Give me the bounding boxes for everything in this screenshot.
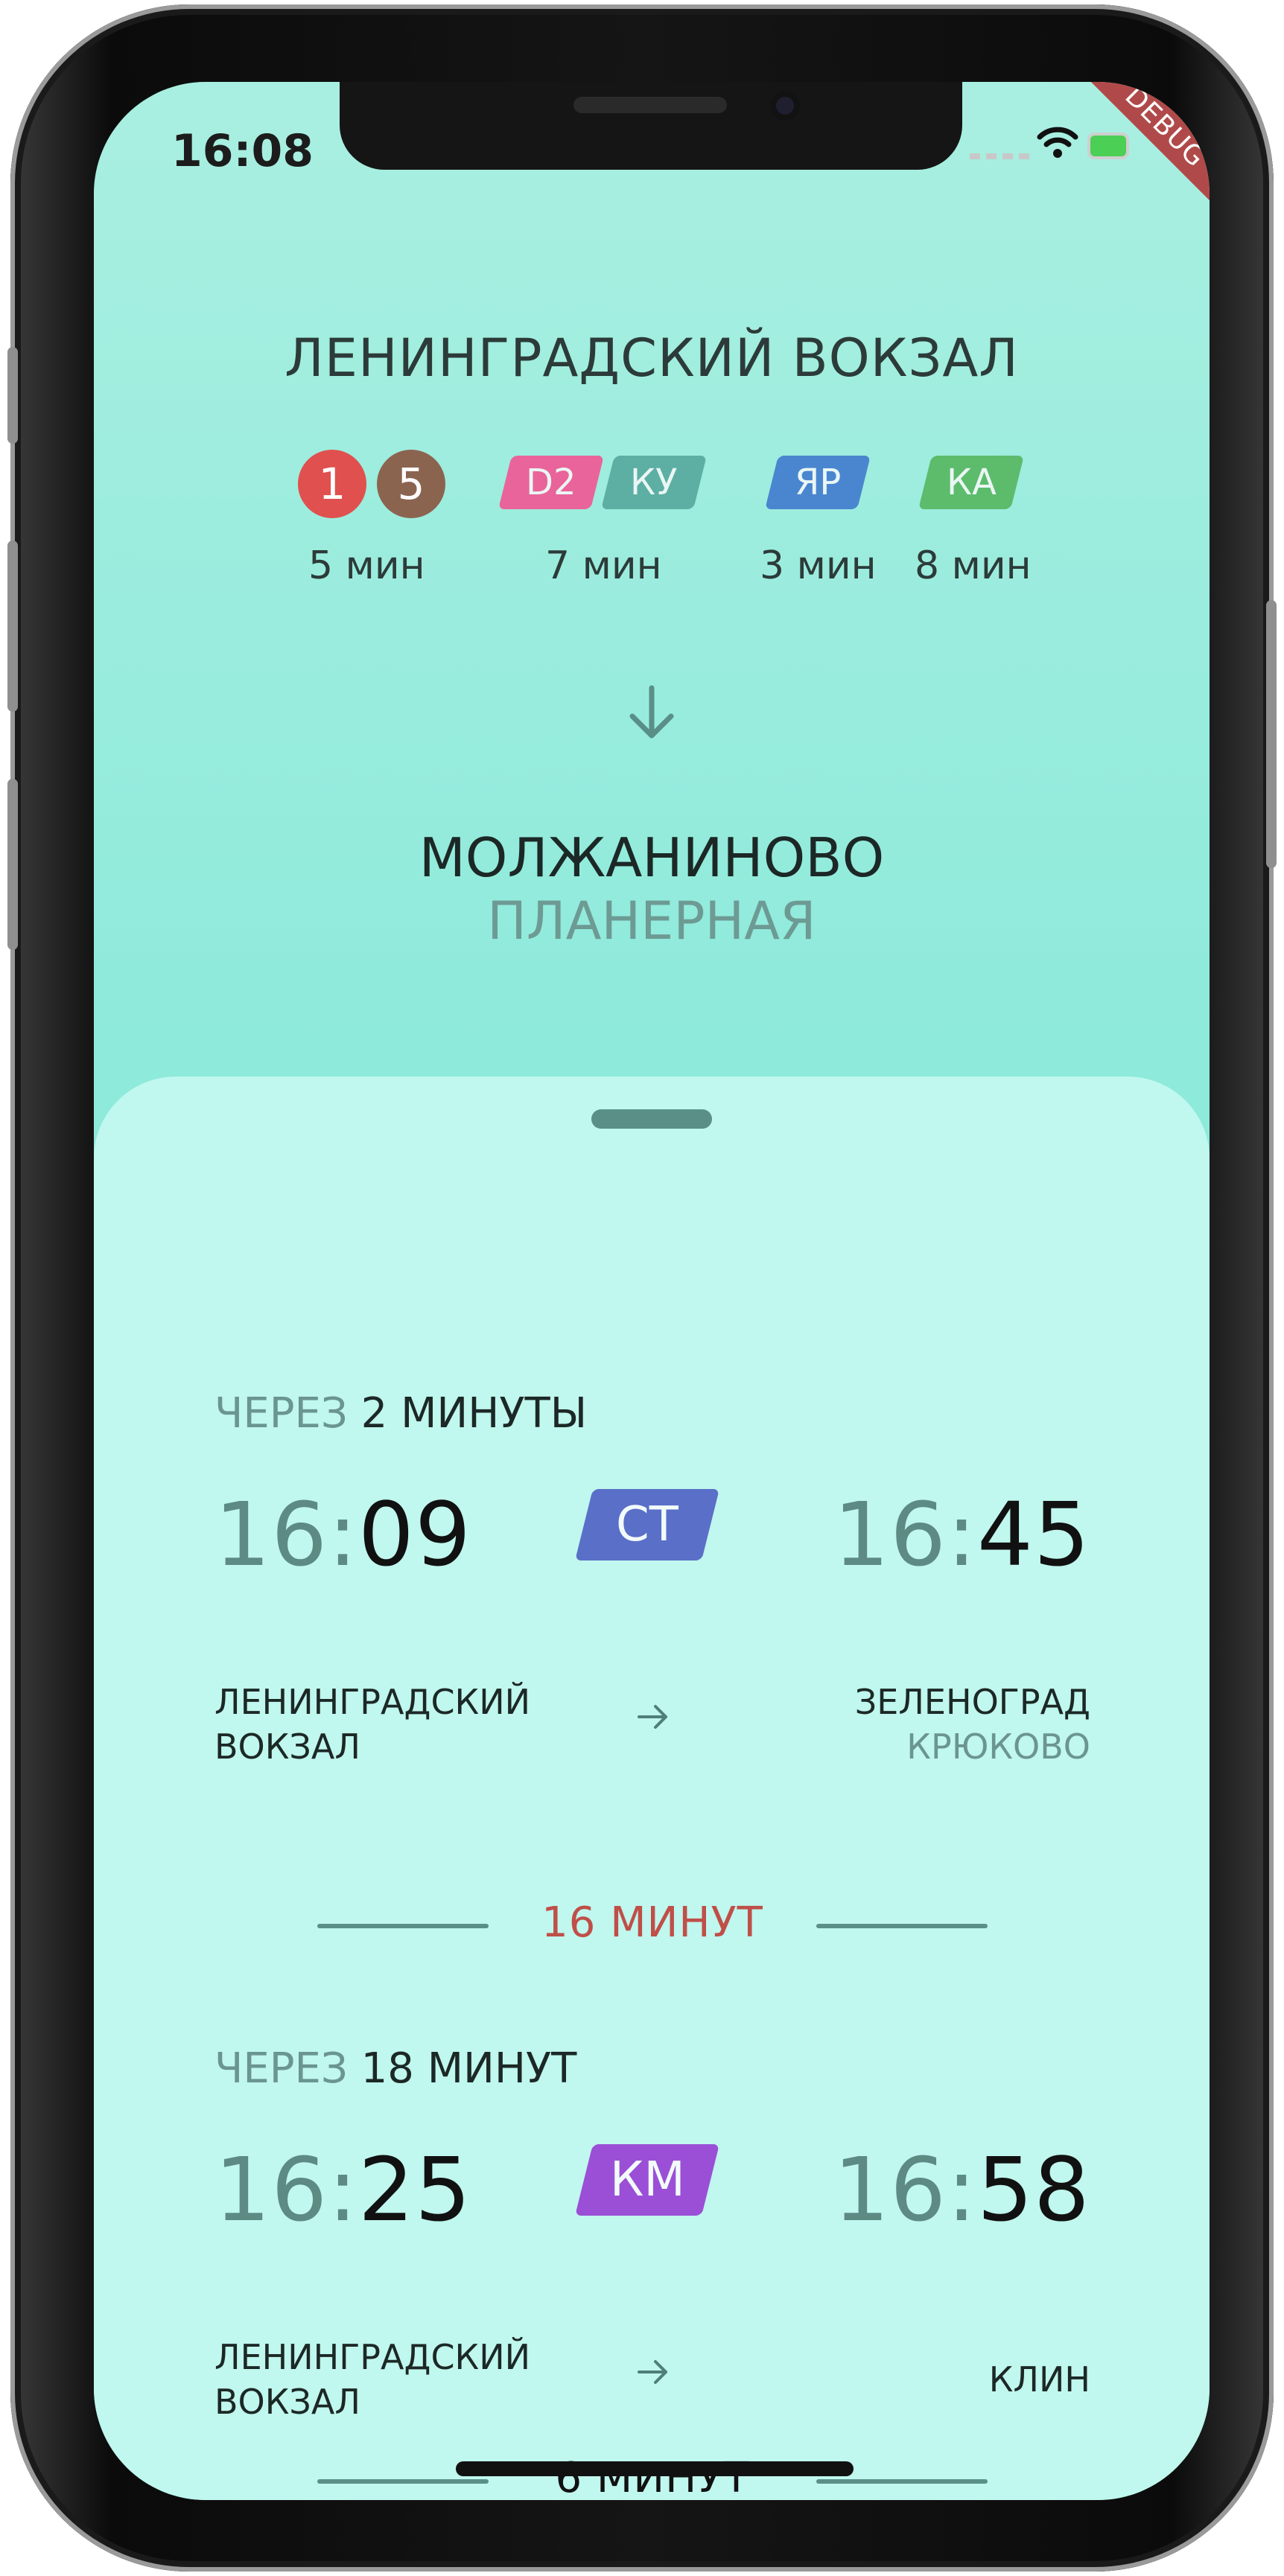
line-group[interactable]: КА 8 мин [898,450,1040,588]
departure-time: 16:25 [214,2138,472,2241]
metro-line-badge: 1 [298,450,366,518]
interval-separator: 16 МИНУТ [317,1898,988,1951]
speaker-grille [573,97,727,113]
signal-icon [970,153,1029,159]
line-badge: D2 [498,456,604,509]
route-destination-name: ЗЕЛЕНОГРАД [854,1682,1090,1722]
volume-up-button [7,541,18,712]
route-row: ЛЕНИНГРАДСКИЙ ВОКЗАЛ ЗЕЛЕНОГРАД КРЮКОВО [214,1680,1090,1776]
departs-in-label: ЧЕРЕЗ 18 МИНУТ [214,2044,576,2093]
route-destination: КЛИН [989,2357,1090,2402]
screen: 16:08 DEBUG ЛЕНИНГРАДСКИЙ ВОКЗАЛ 1 5 5 м… [94,82,1210,2500]
arrow-right-icon [638,2360,667,2384]
departure-time: 16:09 [214,1483,472,1586]
time-row: 16:25 КМ 16:58 [214,2138,1090,2241]
departs-in-prefix: ЧЕРЕЗ [214,1389,348,1438]
separator-line [816,1924,988,1928]
walk-time: 8 мин [915,543,1032,588]
mute-switch [7,347,18,444]
line-badge: КУ [601,456,707,509]
destination-station-title[interactable]: МОЛЖАНИНОВО [94,826,1210,889]
origin-station-title[interactable]: ЛЕНИНГРАДСКИЙ ВОКЗАЛ [94,328,1210,389]
arrival-time: 16:58 [833,2138,1090,2241]
destination-substation: ПЛАНЕРНАЯ [487,890,816,951]
train-type-badge: КМ [575,2144,719,2216]
battery-icon [1087,133,1129,159]
transfer-lines: 1 5 5 мин D2 КУ 7 мин ЯР 3 мин КА 8 мин [94,450,1210,599]
wifi-icon [1037,127,1078,158]
route-destination-name: КЛИН [988,2359,1090,2400]
home-indicator[interactable] [456,2461,854,2476]
departs-in-value: 18 МИНУТ [360,2044,577,2093]
status-time: 16:08 [171,125,314,177]
route-destination-via: КРЮКОВО [906,1727,1090,1767]
arrow-right-icon [638,1705,667,1729]
power-button [1266,600,1277,868]
line-group[interactable]: ЯР 3 мин [742,450,883,588]
arrow-down-icon[interactable] [625,683,678,743]
route-row: ЛЕНИНГРАДСКИЙ ВОКЗАЛ КЛИН [214,2335,1090,2432]
departs-in-value: 2 МИНУТЫ [360,1389,588,1438]
arrival-time: 16:45 [833,1483,1090,1586]
drag-handle[interactable] [591,1109,712,1129]
interval-label: 16 МИНУТ [541,1898,763,1947]
phone-frame: 16:08 DEBUG ЛЕНИНГРАДСКИЙ ВОКЗАЛ 1 5 5 м… [7,4,1277,2572]
line-group[interactable]: D2 КУ 7 мин [495,450,713,588]
walk-time: 7 мин [545,543,662,588]
route-origin: ЛЕНИНГРАДСКИЙ ВОКЗАЛ [214,1682,531,1767]
walk-time: 3 мин [760,543,877,588]
line-badge: КА [918,456,1024,509]
walk-time: 5 мин [308,543,425,588]
metro-line-badge: 5 [377,450,445,518]
notch [340,82,962,170]
train-type-badge: СТ [575,1489,719,1560]
departures-sheet[interactable]: ЧЕРЕЗ 2 МИНУТЫ 16:09 СТ 16:45 ЛЕНИНГРАДС… [94,1077,1210,2500]
camera-icon [770,91,800,121]
departs-in-label: ЧЕРЕЗ 2 МИНУТЫ [214,1389,587,1438]
line-badge: ЯР [765,456,871,509]
volume-down-button [7,779,18,950]
departs-in-prefix: ЧЕРЕЗ [214,2044,348,2093]
route-destination: ЗЕЛЕНОГРАД КРЮКОВО [855,1680,1090,1769]
separator-line [816,2479,988,2484]
time-row: 16:09 СТ 16:45 [214,1483,1090,1586]
line-group[interactable]: 1 5 5 мин [287,450,453,588]
route-origin: ЛЕНИНГРАДСКИЙ ВОКЗАЛ [214,2337,531,2422]
